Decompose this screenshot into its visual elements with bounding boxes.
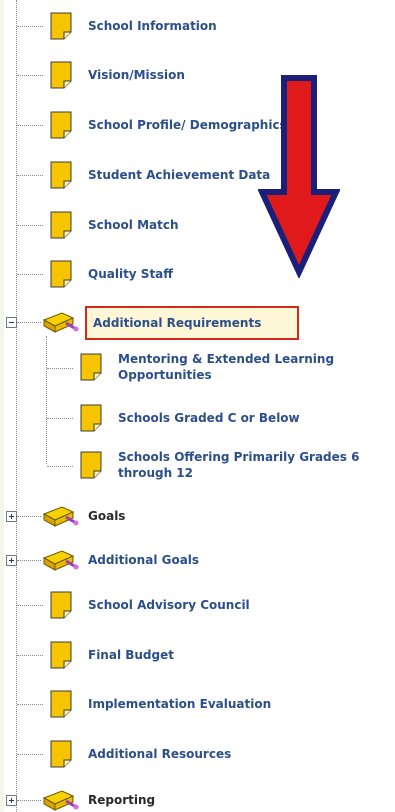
tree-child-schools-graded[interactable]: Schools Graded C or Below	[0, 400, 395, 436]
document-icon	[80, 353, 102, 381]
tree-child-mentoring[interactable]: Mentoring & Extended Learning Opportunit…	[0, 348, 395, 390]
document-icon	[80, 404, 102, 432]
tree-item-label: Vision/Mission	[88, 68, 185, 82]
tree-item-label: School Information	[88, 19, 217, 33]
tree-item-additional-goals[interactable]: Additional Goals	[0, 546, 395, 576]
tree-item-label: Schools Graded C or Below	[118, 411, 300, 425]
tree-item-label: Mentoring & Extended Learning Opportunit…	[118, 352, 335, 382]
tree-item-label: Additional Requirements	[93, 316, 262, 330]
tree-item-label: Schools Offering Primarily Grades 6 thro…	[118, 450, 360, 480]
document-icon	[50, 740, 72, 768]
folder-wand-icon	[42, 312, 79, 333]
tree-item-label: Reporting	[88, 793, 156, 807]
expand-toggle[interactable]	[6, 795, 17, 806]
expand-toggle[interactable]	[6, 555, 17, 566]
document-icon	[50, 12, 72, 40]
document-icon	[50, 161, 72, 189]
collapse-toggle[interactable]	[6, 317, 17, 328]
tree-item-label: School Match	[88, 218, 179, 232]
tree-item-goals[interactable]: Goals	[0, 502, 395, 532]
tree-item-additional-resources[interactable]: Additional Resources	[0, 736, 395, 772]
folder-wand-icon	[42, 790, 79, 811]
document-icon	[50, 690, 72, 718]
tree-item-label: Quality Staff	[88, 267, 174, 281]
tree-item-label: School Advisory Council	[88, 598, 250, 612]
tree-item-school-advisory-council[interactable]: School Advisory Council	[0, 587, 395, 623]
document-icon	[50, 61, 72, 89]
folder-wand-icon	[42, 506, 79, 527]
red-arrow-down-icon	[258, 75, 340, 278]
expand-toggle[interactable]	[6, 511, 17, 522]
tree-item-label: Additional Resources	[88, 747, 232, 761]
tree-item-final-budget[interactable]: Final Budget	[0, 637, 395, 673]
tree-item-label: Implementation Evaluation	[88, 697, 272, 711]
document-icon	[50, 641, 72, 669]
tree-item-label: Additional Goals	[88, 553, 200, 567]
tree-item-additional-requirements[interactable]: Additional Requirements	[0, 306, 395, 340]
document-icon	[50, 260, 72, 288]
tree-child-schools-offering[interactable]: Schools Offering Primarily Grades 6 thro…	[0, 446, 395, 488]
tree-item-implementation-evaluation[interactable]: Implementation Evaluation	[0, 686, 395, 722]
document-icon	[80, 451, 102, 479]
tree-item-label: Goals	[88, 509, 126, 523]
tree-item-label: School Profile/ Demographics	[88, 118, 287, 132]
tree-item-reporting[interactable]: Reporting	[0, 786, 395, 812]
document-icon	[50, 111, 72, 139]
document-icon	[50, 211, 72, 239]
folder-wand-icon	[42, 550, 79, 571]
tree-item-label: Final Budget	[88, 648, 174, 662]
tree-item-label: Student Achievement Data	[88, 168, 271, 182]
tree-item-school-information[interactable]: School Information	[0, 8, 395, 44]
document-icon	[50, 591, 72, 619]
